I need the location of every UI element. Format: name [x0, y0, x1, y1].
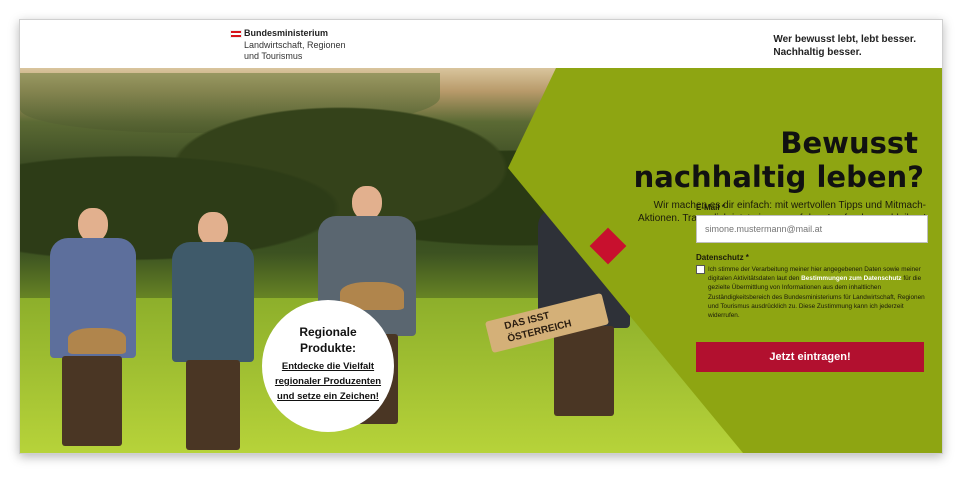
person-head	[198, 212, 228, 246]
promo-link[interactable]: Entdecke die Vielfalt regionaler Produze…	[262, 359, 394, 404]
headline-line-1: Bewusst	[780, 126, 918, 160]
promo-link-line-1: Entdecke die Vielfalt	[281, 361, 375, 372]
basket	[68, 328, 126, 354]
tagline-line-2: Nachhaltig besser.	[773, 47, 862, 58]
site-header: Bundesministerium Landwirtschaft, Region…	[20, 20, 942, 68]
promo-link-line-3: und setze ein Zeichen!	[277, 391, 379, 402]
privacy-label: Datenschutz *	[696, 253, 749, 262]
person-1	[50, 208, 136, 448]
tagline-line-1: Wer bewusst lebt, lebt besser.	[773, 34, 916, 45]
person-head	[352, 186, 382, 220]
promo-title: Regionale Produkte:	[262, 324, 394, 356]
person-2	[172, 212, 254, 450]
austria-flag-icon	[230, 30, 242, 38]
privacy-checkbox[interactable]	[696, 265, 705, 274]
header-tagline: Wer bewusst lebt, lebt besser. Nachhalti…	[773, 33, 916, 59]
logo-line-2: Landwirtschaft, Regionen	[244, 40, 346, 50]
privacy-link[interactable]: Bestimmungen zum Datenschutz	[801, 275, 902, 282]
promo-circle: Regionale Produkte: Entdecke die Vielfal…	[262, 300, 394, 432]
hero-section: DAS ISST ÖSTERREICH Bewusst nachhaltig l…	[20, 68, 942, 453]
hero-headline: Bewusst nachhaltig leben?	[634, 126, 924, 194]
headline-line-2: nachhaltig leben?	[633, 160, 924, 194]
person-shirt	[172, 242, 254, 362]
person-legs	[186, 360, 240, 450]
promo-title-line-1: Regionale	[299, 325, 357, 339]
email-input[interactable]	[696, 215, 928, 243]
email-label: E-Mail *	[696, 203, 725, 212]
promo-title-line-2: Produkte:	[299, 341, 356, 355]
logo-line-1: Bundesministerium	[244, 28, 329, 38]
logo-line-3: und Tourismus	[244, 51, 303, 61]
page-frame: Bundesministerium Landwirtschaft, Region…	[19, 19, 943, 454]
person-head	[78, 208, 108, 242]
promo-link-line-2: regionaler Produzenten	[274, 376, 382, 387]
person-legs	[62, 356, 122, 446]
submit-button[interactable]: Jetzt eintragen!	[696, 342, 924, 372]
person-legs	[554, 326, 614, 416]
privacy-text: Ich stimme der Verarbeitung meiner hier …	[708, 265, 930, 320]
